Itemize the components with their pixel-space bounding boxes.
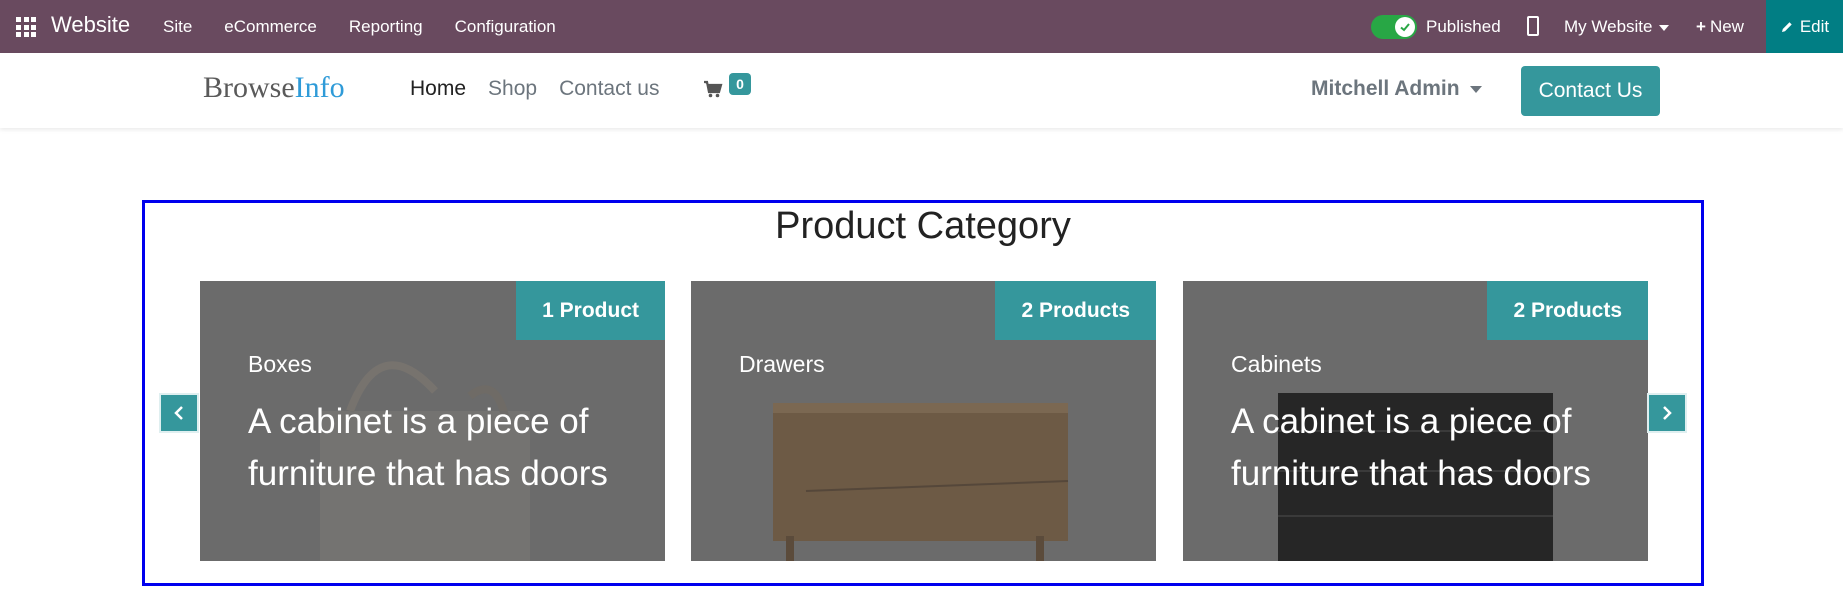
site-logo[interactable]: BrowseInfo [203,71,345,105]
category-name: Boxes [248,351,312,377]
logo-part1: Browse [203,71,295,104]
new-button[interactable]: + New [1696,17,1744,37]
caret-down-icon [1469,85,1482,93]
carousel-prev-button[interactable] [159,393,199,433]
check-icon [1395,17,1415,37]
shopping-cart-icon[interactable] [703,79,723,99]
menu-configuration[interactable]: Configuration [455,17,556,37]
published-toggle[interactable] [1371,15,1417,39]
contact-us-button[interactable]: Contact Us [1521,66,1660,116]
user-menu[interactable]: Mitchell Admin [1311,77,1482,101]
category-card-boxes[interactable]: 1 Product Boxes A cabinet is a piece of … [200,281,665,561]
category-card-drawers[interactable]: 2 Products Drawers [691,281,1156,561]
website-selector[interactable]: My Website [1564,17,1669,37]
category-name: Drawers [739,351,825,377]
website-header: BrowseInfo Home Shop Contact us 0 Mitche… [0,53,1843,128]
chevron-right-icon [1663,406,1672,420]
published-label[interactable]: Published [1426,17,1501,37]
nav-shop[interactable]: Shop [488,77,537,101]
chevron-left-icon [174,406,183,420]
menu-reporting[interactable]: Reporting [349,17,423,37]
new-button-label: New [1709,17,1744,36]
section-title: Product Category [775,205,1071,247]
logo-part2: Info [294,71,345,104]
edit-button-label: Edit [1799,16,1830,36]
category-card-cabinets[interactable]: 2 Products Cabinets A cabinet is a piece… [1183,281,1648,561]
carousel-next-button[interactable] [1647,393,1687,433]
nav-home[interactable]: Home [410,77,466,101]
category-name: Cabinets [1231,351,1322,377]
category-description: A cabinet is a piece of furniture that h… [248,402,608,493]
website-selector-label: My Website [1564,17,1653,36]
mobile-preview-icon[interactable] [1527,16,1539,36]
plus-icon: + [1696,17,1706,36]
menu-ecommerce[interactable]: eCommerce [224,17,317,37]
pencil-icon [1781,21,1792,32]
caret-down-icon [1658,24,1669,31]
menu-site[interactable]: Site [163,17,192,37]
product-category-snippet[interactable]: Product Category 1 Product Boxes A cabin… [142,200,1704,586]
app-name[interactable]: Website [51,12,130,38]
apps-grid-icon[interactable] [16,17,36,37]
product-count-badge: 1 Product [516,281,665,340]
nav-contact-us[interactable]: Contact us [559,77,659,101]
admin-topbar: Website Site eCommerce Reporting Configu… [0,0,1843,53]
product-count-badge: 2 Products [1487,281,1648,340]
edit-button[interactable]: Edit [1766,0,1843,53]
user-name: Mitchell Admin [1311,77,1460,100]
cart-count-badge[interactable]: 0 [729,73,751,95]
site-nav: Home Shop Contact us [410,77,681,101]
product-count-badge: 2 Products [995,281,1156,340]
admin-menu: Site eCommerce Reporting Configuration [163,17,588,37]
category-description: A cabinet is a piece of furniture that h… [1231,402,1591,493]
